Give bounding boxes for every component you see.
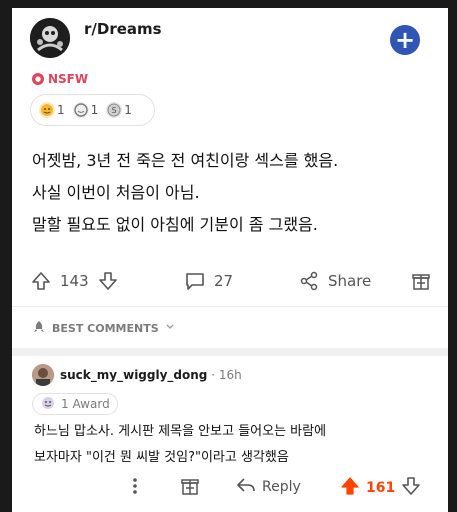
- nsfw-tag: ● NSFW: [32, 72, 88, 86]
- award-count: 1: [124, 103, 132, 117]
- upvote-icon[interactable]: [340, 476, 360, 500]
- join-button[interactable]: +: [390, 25, 420, 55]
- comment-action-bar: Reply 161: [12, 474, 448, 504]
- award-icon: [41, 396, 55, 413]
- award-count: 1: [57, 103, 65, 117]
- reply-label: Reply: [262, 479, 301, 495]
- comment-sort-selector[interactable]: BEST COMMENTS: [32, 320, 175, 337]
- post-line: 사실 이번이 처음이 아님.: [32, 183, 200, 202]
- subreddit-avatar[interactable]: [30, 18, 70, 58]
- awards-pill[interactable]: 1 1 S 1: [30, 94, 155, 126]
- comment-body: 하느님 맙소사. 게시판 제목을 안보고 들어오는 바람에 보자마자 "이건 뭔…: [34, 422, 326, 474]
- share-icon: [298, 270, 320, 292]
- award-silver: S 1: [106, 102, 132, 118]
- comment-score: 161: [366, 480, 396, 496]
- post-line: 말할 필요도 없이 아침에 기분이 좀 그랬음.: [32, 215, 318, 234]
- downvote-icon[interactable]: [97, 270, 119, 292]
- subreddit-name[interactable]: r/Dreams: [84, 20, 162, 38]
- comment-line: 보자마자 "이건 뭔 씨발 것임?"이라고 생각했음: [34, 450, 289, 465]
- nsfw-icon: ●: [32, 73, 44, 85]
- comment-username[interactable]: suck_my_wiggly_dong: [60, 368, 207, 382]
- post-page: r/Dreams + ● NSFW 1 1 S 1 어젯밤, 3년 전 죽은 전…: [12, 8, 448, 512]
- comment-award-pill[interactable]: 1 Award: [32, 393, 118, 415]
- reply-button[interactable]: Reply: [236, 476, 301, 498]
- comment-time: · 16h: [207, 368, 242, 382]
- user-avatar-icon: [32, 364, 54, 386]
- comment-vote-group: 161: [340, 476, 421, 500]
- comment-author[interactable]: suck_my_wiggly_dong · 16h: [60, 368, 242, 382]
- rocket-icon: [32, 320, 46, 337]
- award-laughing: 1: [72, 102, 99, 118]
- chevron-down-icon: [165, 322, 175, 335]
- nsfw-label: NSFW: [48, 72, 89, 86]
- comments-button[interactable]: 27: [184, 270, 233, 292]
- upvote-icon[interactable]: [30, 270, 52, 292]
- gift-icon: [410, 270, 432, 292]
- sort-label: BEST COMMENTS: [52, 322, 159, 335]
- comment-line: 하느님 맙소사. 게시판 제목을 안보고 들어오는 바람에: [34, 424, 327, 439]
- vote-group: 143: [30, 270, 119, 292]
- award-label: 1 Award: [61, 397, 110, 411]
- comment-award-button[interactable]: [180, 476, 200, 500]
- divider: [12, 306, 448, 307]
- award-wholesome: 1: [39, 102, 65, 118]
- downvote-icon[interactable]: [401, 476, 421, 500]
- comment-count: 27: [214, 272, 234, 290]
- laughing-award-icon: [72, 102, 89, 118]
- svg-text:S: S: [112, 106, 117, 115]
- more-options-icon[interactable]: [132, 476, 138, 496]
- post-line: 어젯밤, 3년 전 죽은 전 여친이랑 섹스를 했음.: [32, 151, 339, 170]
- reply-icon: [236, 476, 256, 498]
- upvote-count: 143: [60, 272, 89, 290]
- silver-award-icon: S: [106, 102, 123, 118]
- comment-icon: [184, 270, 206, 292]
- award-count: 1: [90, 103, 99, 117]
- wholesome-award-icon: [39, 102, 55, 118]
- post-body: 어젯밤, 3년 전 죽은 전 여친이랑 섹스를 했음. 사실 이번이 처음이 아…: [32, 148, 338, 244]
- subreddit-avatar-icon: [30, 18, 70, 58]
- comment-avatar[interactable]: [32, 364, 54, 386]
- post-action-bar: 143 27 Share: [12, 266, 448, 306]
- give-award-button[interactable]: [410, 270, 432, 292]
- section-divider: [12, 348, 448, 356]
- gift-icon: [180, 476, 200, 500]
- share-label: Share: [328, 272, 372, 290]
- share-button[interactable]: Share: [298, 270, 371, 292]
